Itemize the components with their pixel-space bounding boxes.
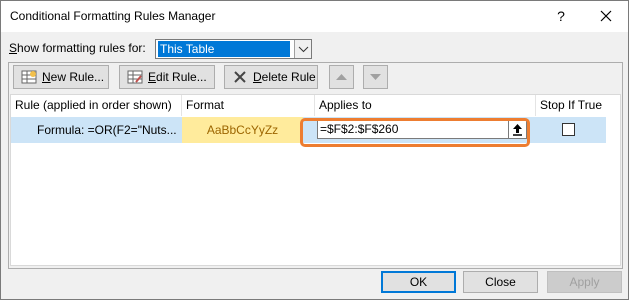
triangle-down-icon bbox=[370, 74, 381, 80]
delete-rule-label: Delete Rule bbox=[253, 70, 316, 84]
title-bar: Conditional Formatting Rules Manager ? bbox=[1, 1, 628, 32]
close-button[interactable]: Close bbox=[463, 271, 538, 293]
move-down-button[interactable] bbox=[363, 65, 388, 89]
show-rules-label: Show formatting rules for: bbox=[9, 41, 146, 55]
close-icon bbox=[600, 10, 612, 22]
move-up-button[interactable] bbox=[329, 65, 354, 89]
triangle-up-icon bbox=[336, 74, 347, 80]
rule-formula: Formula: =OR(F2="Nuts... bbox=[37, 123, 177, 137]
column-header-rule[interactable]: Rule (applied in order shown) bbox=[11, 95, 182, 116]
edit-rule-button[interactable]: Edit Rule... bbox=[119, 65, 215, 89]
chevron-down-icon bbox=[298, 46, 309, 53]
show-rules-dropdown[interactable]: This Table bbox=[155, 39, 312, 59]
column-header-format[interactable]: Format bbox=[182, 95, 315, 116]
delete-rule-button[interactable]: Delete Rule bbox=[224, 65, 318, 89]
conditional-formatting-dialog: Conditional Formatting Rules Manager ? S… bbox=[0, 0, 629, 300]
ok-button[interactable]: OK bbox=[381, 271, 456, 293]
column-header-stop-if-true[interactable]: Stop If True bbox=[536, 95, 618, 116]
new-rule-icon bbox=[21, 70, 37, 84]
format-preview: AaBbCcYyZz bbox=[182, 117, 303, 143]
show-rules-selected: This Table bbox=[158, 41, 290, 57]
edit-rule-icon bbox=[127, 70, 143, 84]
help-button[interactable]: ? bbox=[546, 5, 576, 27]
apply-button[interactable]: Apply bbox=[547, 271, 622, 293]
new-rule-label: New Rule... bbox=[42, 70, 105, 84]
window-title: Conditional Formatting Rules Manager bbox=[10, 9, 216, 23]
dropdown-arrow[interactable] bbox=[294, 40, 311, 58]
delete-icon bbox=[234, 71, 246, 83]
new-rule-button[interactable]: New Rule... bbox=[13, 65, 109, 89]
column-header-applies-to[interactable]: Applies to bbox=[315, 95, 536, 116]
close-window-button[interactable] bbox=[591, 5, 621, 27]
edit-rule-label: Edit Rule... bbox=[148, 70, 207, 84]
stop-if-true-checkbox[interactable] bbox=[562, 123, 575, 136]
applies-to-highlight bbox=[300, 118, 530, 147]
